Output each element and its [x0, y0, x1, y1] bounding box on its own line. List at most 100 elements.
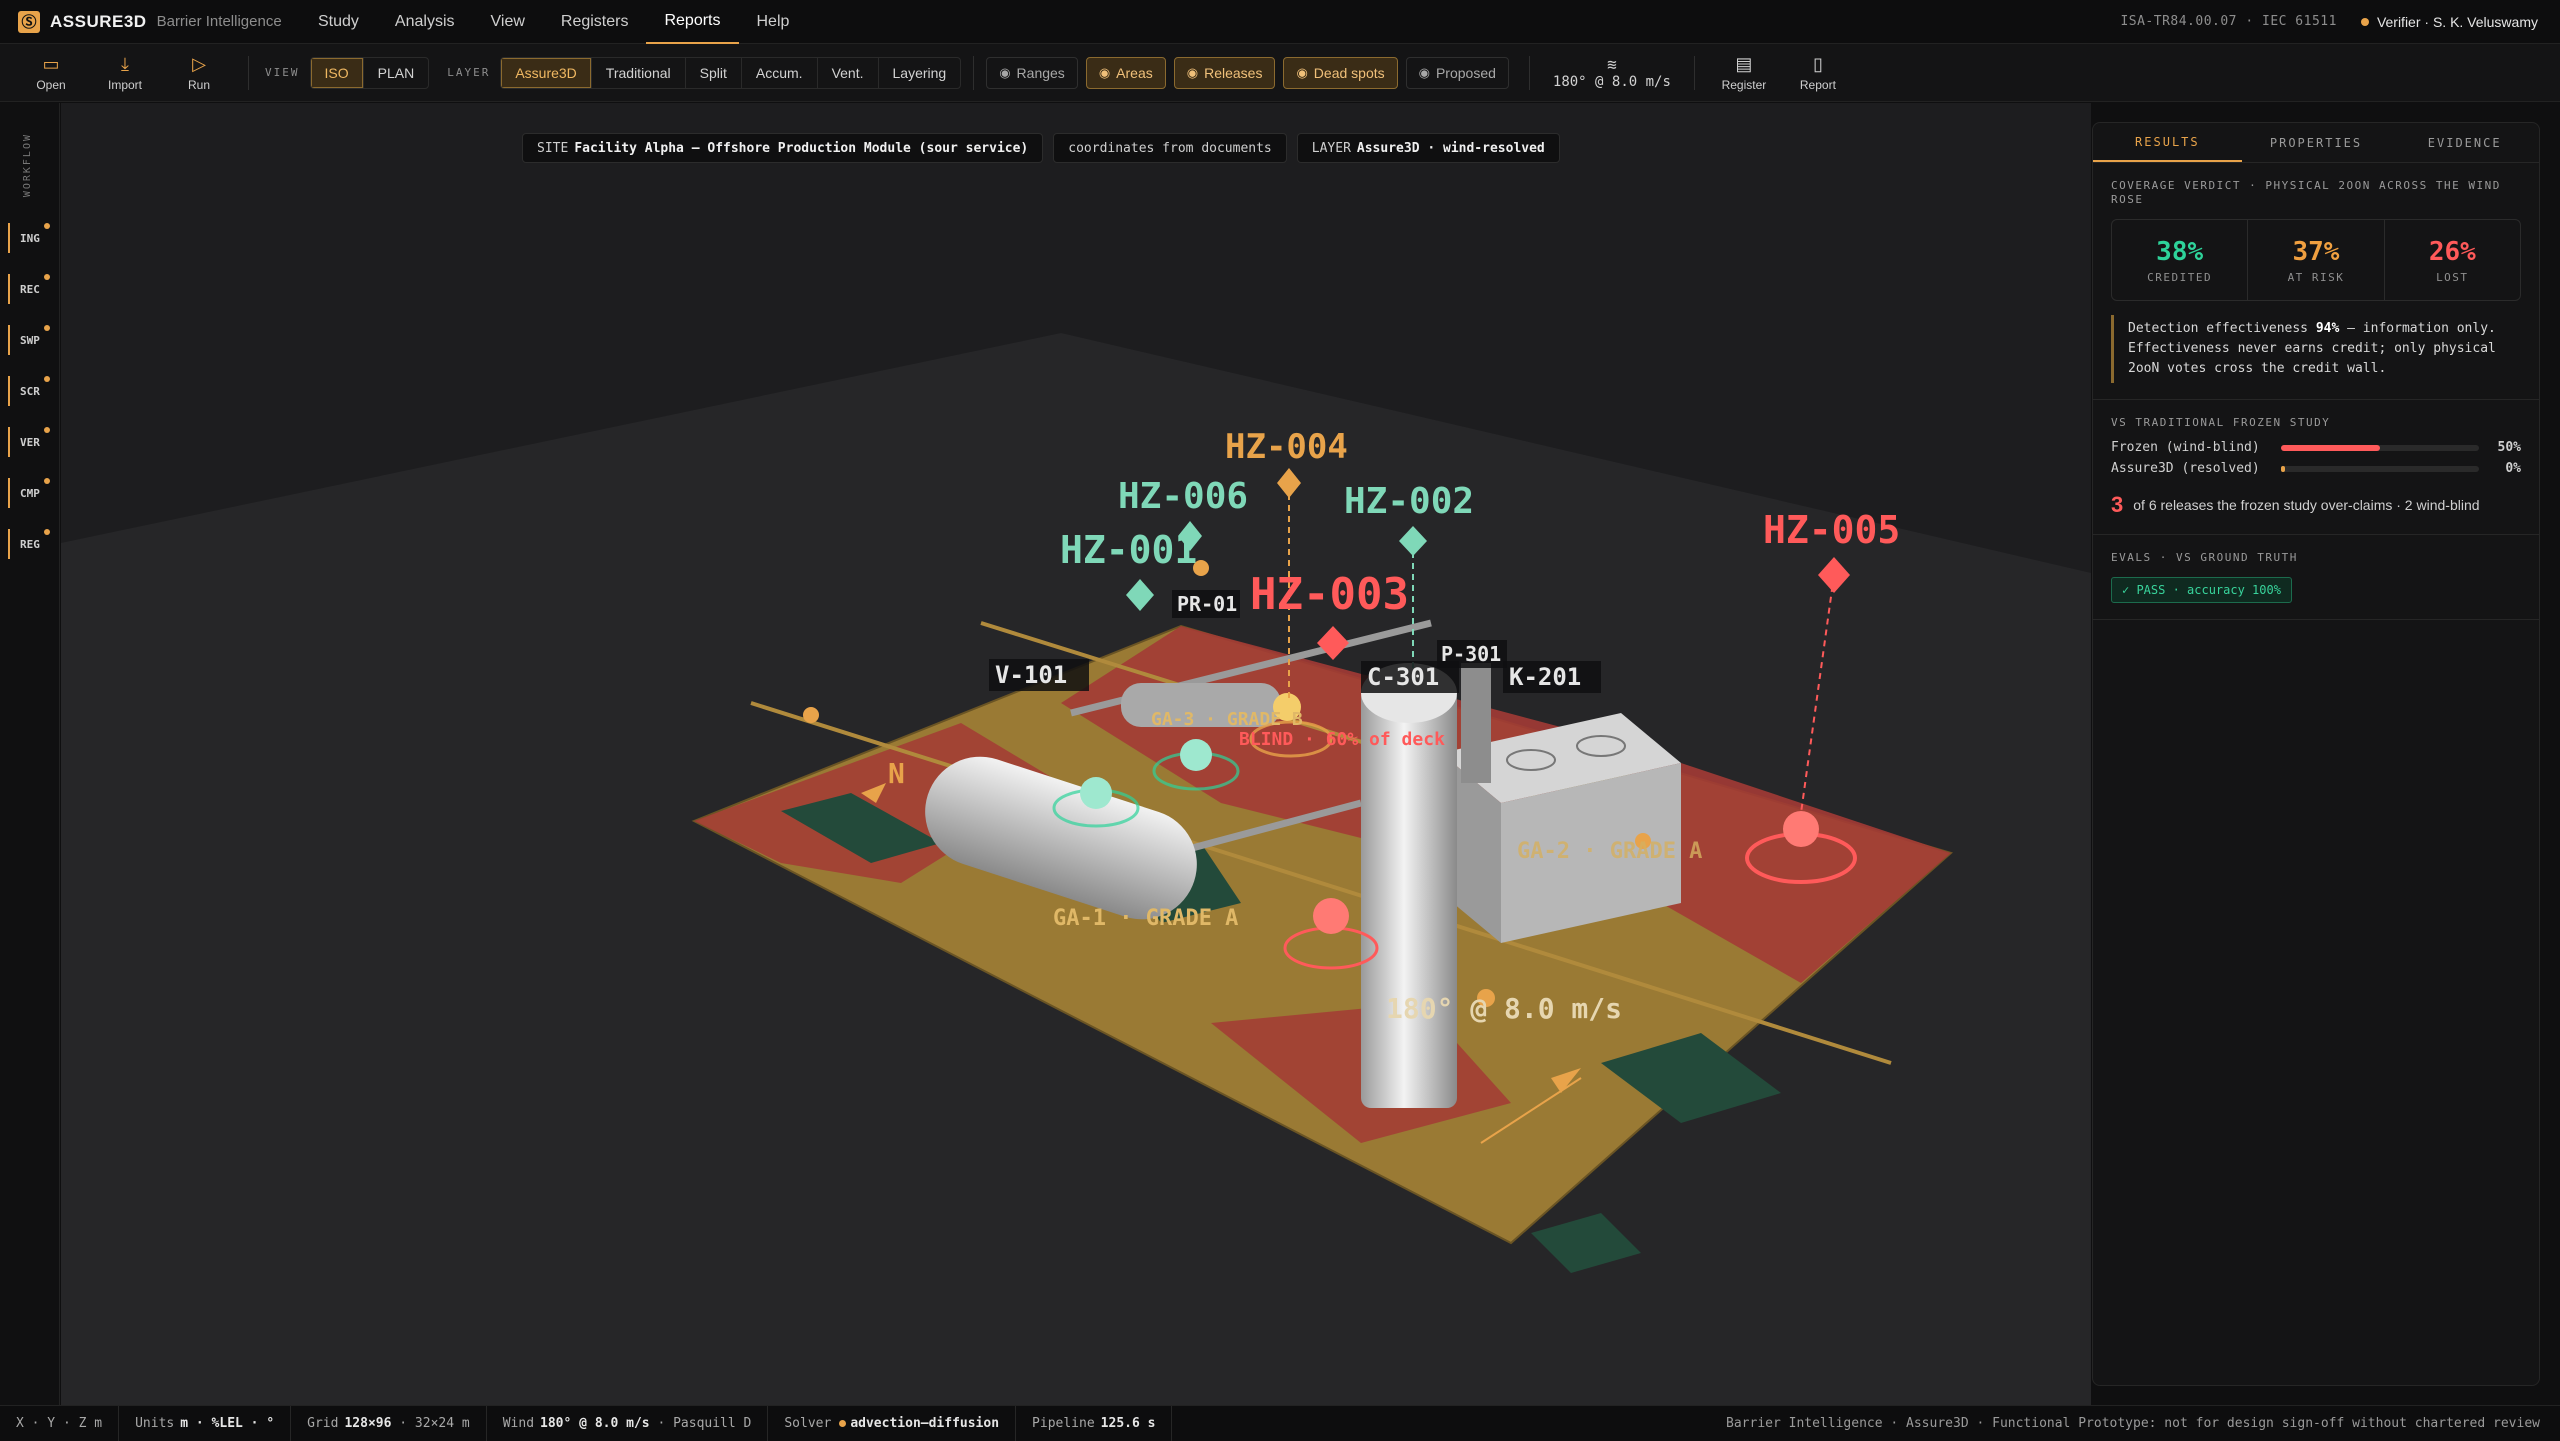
menu-study[interactable]: Study [300, 0, 377, 44]
layer-toggle: Assure3D Traditional Split Accum. Vent. … [500, 56, 962, 89]
rail-scr-label: SCR [20, 384, 40, 398]
toggle-areas[interactable]: ◉ Areas [1085, 56, 1166, 89]
bar-assure3d: Assure3D (resolved) 0% [2111, 461, 2521, 476]
hazard-label-hz001: HZ-001 [1060, 528, 1197, 572]
register-button[interactable]: ▤ Register [1707, 44, 1781, 102]
brand: Ⓢ ASSURE3D Barrier Intelligence [0, 10, 300, 33]
toggle-dead-spots[interactable]: ◉ Dead spots [1283, 56, 1398, 89]
release-source[interactable] [1313, 898, 1349, 934]
north-label: N [888, 757, 905, 790]
eye-icon: ◉ [1418, 64, 1430, 80]
workflow-rail: WORKFLOW ING REC SWP SCR VER CMP REG [0, 103, 60, 1405]
rail-rec-label: REC [20, 282, 40, 296]
solver-value: advection–diffusion [850, 1415, 1000, 1431]
menu-reports[interactable]: Reports [646, 0, 739, 44]
evals-section: EVALS · VS GROUND TRUTH ✓ PASS · accurac… [2093, 535, 2539, 620]
open-label: Open [36, 77, 66, 92]
wind-readout: 180° @ 8.0 m/s [1552, 74, 1671, 90]
panel-tabs: RESULTS PROPERTIES EVIDENCE [2093, 123, 2539, 163]
status-dot-icon [44, 223, 50, 229]
rail-rec[interactable]: REC [8, 274, 50, 304]
bar-value: 0% [2505, 461, 2521, 476]
view-plan[interactable]: PLAN [364, 58, 429, 88]
status-dot-icon [44, 325, 50, 331]
view-toggle: ISO PLAN [309, 56, 430, 89]
pump-p301 [1461, 663, 1491, 783]
units-readout: Units m · %LEL · ° [119, 1405, 292, 1441]
rail-reg[interactable]: REG [8, 529, 50, 559]
rail-cmp[interactable]: CMP [8, 478, 50, 508]
wind-control[interactable]: ≋ 180° @ 8.0 m/s [1542, 55, 1682, 90]
release-source[interactable] [1080, 777, 1112, 809]
run-button[interactable]: ▷ Run [162, 44, 236, 102]
note-value: 94% [2315, 321, 2340, 336]
import-button[interactable]: ⤓ Import [88, 44, 162, 102]
bar-fill [2281, 465, 2285, 472]
tab-evidence[interactable]: EVIDENCE [2390, 123, 2539, 162]
stat-lost-label: LOST [2436, 270, 2469, 284]
open-button[interactable]: ▭ Open [14, 44, 88, 102]
rail-ver[interactable]: VER [8, 427, 50, 457]
layer-traditional[interactable]: Traditional [592, 57, 686, 88]
tab-properties[interactable]: PROPERTIES [2242, 123, 2391, 162]
report-label: Report [1799, 77, 1836, 92]
traditional-comparison: VS TRADITIONAL FROZEN STUDY Frozen (wind… [2093, 400, 2539, 535]
workflow-title: WORKFLOW [22, 133, 33, 198]
pipeline-value: 125.6 s [1100, 1415, 1156, 1431]
rail-reg-label: REG [20, 537, 40, 551]
stat-credited-label: CREDITED [2147, 270, 2213, 284]
coords-readout: X · Y · Z m [0, 1405, 120, 1441]
standards-label: ISA-TR84.00.07 · IEC 61511 [2120, 14, 2337, 29]
layer-assure3d[interactable]: Assure3D [501, 57, 592, 88]
layer-accum[interactable]: Accum. [742, 57, 818, 88]
toggle-ranges[interactable]: ◉ Ranges [986, 56, 1078, 89]
coverage-stats: 38% CREDITED 37% AT RISK 26% LOST [2111, 219, 2521, 301]
release-source[interactable] [1783, 811, 1819, 847]
view-iso[interactable]: ISO [310, 57, 364, 88]
run-label: Run [187, 77, 210, 92]
layer-layering[interactable]: Layering [879, 58, 961, 88]
blind-label: BLIND · 60% of deck [1239, 729, 1445, 750]
status-bar: X · Y · Z m Units m · %LEL · ° Grid 128×96… [0, 1405, 2560, 1441]
rail-ver-label: VER [20, 435, 40, 449]
menu-bar: Ⓢ ASSURE3D Barrier Intelligence Study An… [0, 0, 2560, 44]
overclaim-summary: 3 of 6 releases the frozen study over-cla… [2111, 492, 2521, 518]
eye-icon: ◉ [1186, 64, 1199, 80]
folder-icon: ▭ [42, 53, 60, 74]
divider [1528, 55, 1530, 90]
brand-name: ASSURE3D [50, 11, 147, 31]
eye-icon: ◉ [999, 64, 1011, 80]
scene-canvas: HZ-004 HZ-006 HZ-002 HZ-001 HZ-003 HZ-00… [61, 333, 2091, 1405]
toggle-proposed[interactable]: ◉ Proposed [1405, 56, 1509, 89]
hazard-label-hz002: HZ-002 [1344, 481, 1474, 522]
comparison-heading: VS TRADITIONAL FROZEN STUDY [2111, 416, 2331, 429]
rail-swp[interactable]: SWP [8, 325, 50, 355]
menu-help[interactable]: Help [739, 0, 808, 44]
overclaim-count: 3 [2111, 492, 2124, 517]
report-button[interactable]: ▯ Report [1781, 44, 1855, 102]
rail-scr[interactable]: SCR [8, 376, 50, 406]
hazard-label-hz005: HZ-005 [1763, 508, 1900, 552]
area-label-ga1: GA-1 · GRADE A [1053, 906, 1238, 931]
status-dot-icon [44, 274, 50, 280]
eye-icon: ◉ [1296, 64, 1308, 80]
detector-icon[interactable] [803, 707, 819, 723]
verifier-badge[interactable]: Verifier · S. K. Veluswamy [2360, 14, 2538, 30]
menu-analysis[interactable]: Analysis [377, 0, 473, 44]
wind-value: 180° @ 8.0 m/s [540, 1415, 650, 1431]
bar-label: Frozen (wind-blind) [2111, 440, 2260, 455]
menu-view[interactable]: View [473, 0, 543, 44]
layer-split[interactable]: Split [686, 57, 742, 88]
release-source[interactable] [1180, 739, 1212, 771]
stat-credited: 38% CREDITED [2112, 220, 2249, 300]
tab-results[interactable]: RESULTS [2093, 123, 2242, 162]
evals-heading: EVALS · VS GROUND TRUTH [2111, 551, 2298, 564]
layer-vent[interactable]: Vent. [818, 57, 879, 88]
divider [248, 55, 249, 90]
rail-ing[interactable]: ING [8, 223, 50, 253]
3d-viewport[interactable]: SITE Facility Alpha — Offshore Production… [61, 103, 2091, 1405]
rail-cmp-label: CMP [20, 486, 40, 500]
equipment-label-c301: C-301 [1367, 663, 1439, 691]
menu-registers[interactable]: Registers [543, 0, 647, 44]
toggle-releases[interactable]: ◉ Releases [1173, 56, 1276, 89]
